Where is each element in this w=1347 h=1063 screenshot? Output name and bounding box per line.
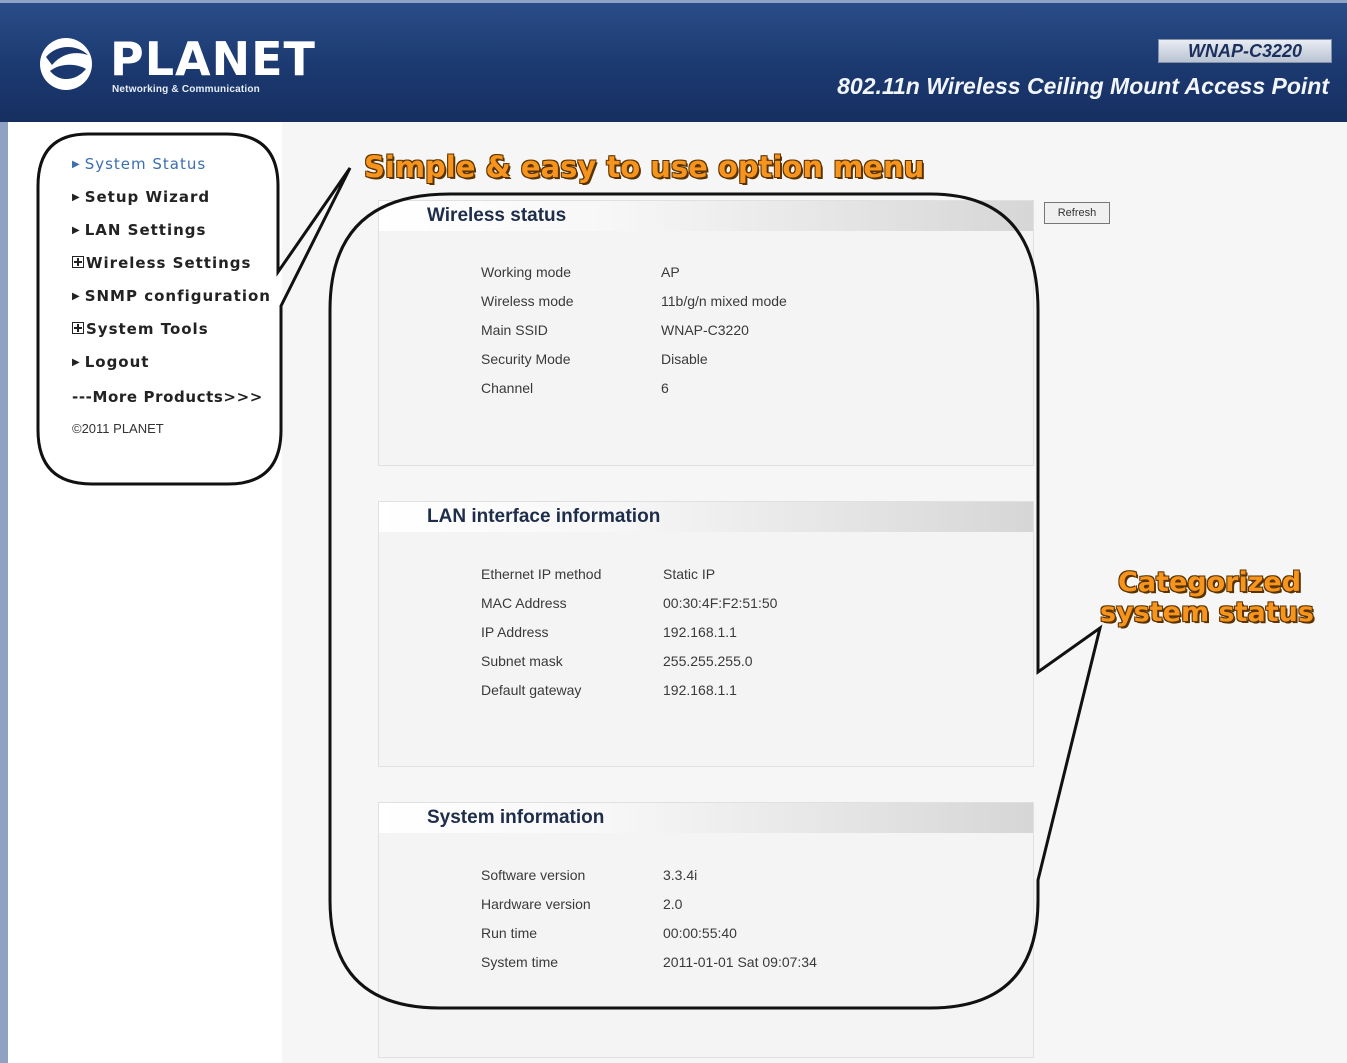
annotation-categorized-line2: system status	[1100, 597, 1314, 628]
annotation-menu-text: Simple & easy to use option menu	[364, 150, 925, 184]
status-callout-outline	[328, 192, 1103, 1010]
annotation-categorized-line1: Categorized	[1118, 567, 1302, 598]
annotation-categorized-text: Categorized system status	[1100, 568, 1314, 628]
menu-callout-outline	[36, 132, 352, 486]
